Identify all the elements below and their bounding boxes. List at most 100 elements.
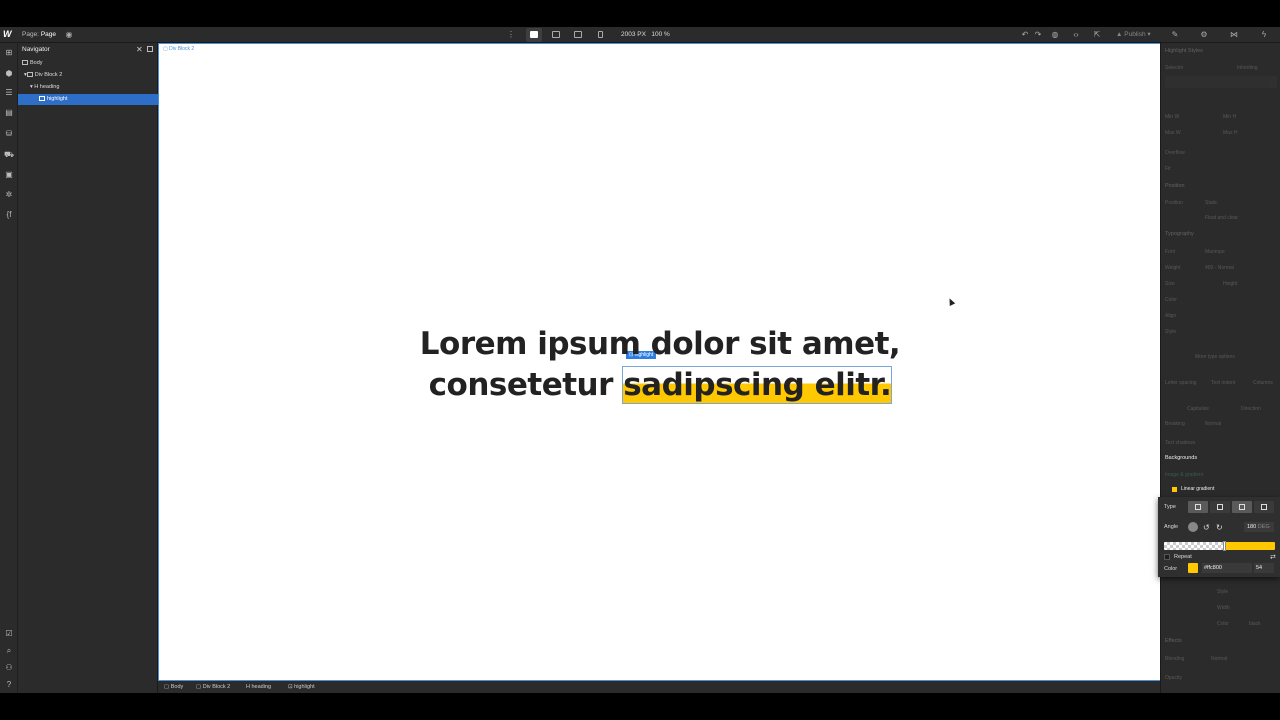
position-value[interactable]: Static bbox=[1205, 200, 1218, 206]
color-swatch[interactable] bbox=[1188, 563, 1198, 573]
border-color-value[interactable]: black bbox=[1249, 621, 1261, 627]
crumb-label: heading bbox=[251, 684, 272, 690]
highlight-span[interactable]: sadipscing elitr. bbox=[622, 366, 893, 404]
angle-value: 180 bbox=[1247, 524, 1257, 530]
finsweet-icon[interactable]: {f bbox=[4, 210, 14, 220]
gradient-editor: Type Angle ↺ ↻ 180 DEG Repeat ⇄ Color #f… bbox=[1158, 497, 1280, 577]
more-type-options[interactable]: More type options bbox=[1195, 354, 1235, 360]
weight-label: Weight bbox=[1165, 265, 1181, 271]
type-image-button[interactable] bbox=[1232, 501, 1252, 513]
assets-icon[interactable]: ▣ bbox=[4, 170, 14, 180]
letter-spacing-label: Letter spacing bbox=[1165, 380, 1197, 386]
symbols-icon[interactable]: ⬢ bbox=[4, 69, 14, 79]
breakpoint-landscape-button[interactable] bbox=[570, 28, 586, 42]
image-gradient-label: Image & gradient bbox=[1165, 472, 1204, 478]
breadcrumb-heading[interactable]: H heading bbox=[246, 684, 271, 690]
close-icon[interactable]: ✕ bbox=[136, 45, 143, 54]
opacity-label: Opacity bbox=[1165, 675, 1182, 681]
reverse-icon[interactable]: ⇄ bbox=[1270, 553, 1276, 561]
angle-input[interactable]: 180 DEG bbox=[1244, 522, 1274, 532]
add-elements-icon[interactable]: ⊞ bbox=[4, 48, 14, 58]
webflow-logo[interactable]: W bbox=[3, 29, 15, 41]
repeat-checkbox[interactable] bbox=[1164, 554, 1170, 560]
top-toolbar: W Page: Page ◉ ⋮ 2003 PX 100 % ↶ ↷ ◍ ‹› … bbox=[0, 27, 1280, 43]
type-color-button[interactable] bbox=[1254, 501, 1274, 513]
zoom-level: 100 % bbox=[651, 31, 670, 38]
navigator-panel: Navigator ✕ Body ▾ Div Block 2 ▾ H headin… bbox=[18, 43, 158, 693]
effects-section[interactable]: Effects bbox=[1165, 638, 1182, 644]
lightning-icon[interactable]: ϟ bbox=[1259, 30, 1269, 40]
type-linear-button[interactable] bbox=[1188, 501, 1208, 513]
undo-icon[interactable]: ↶ bbox=[1020, 30, 1030, 40]
preview-eye-icon[interactable]: ◉ bbox=[64, 30, 74, 40]
tree-item-label: heading bbox=[39, 84, 60, 90]
min-h-label: Min H bbox=[1223, 114, 1237, 120]
heading[interactable]: Lorem ipsum dolor sit amet, consetetur s… bbox=[159, 324, 1161, 406]
font-label: Font bbox=[1165, 249, 1176, 255]
type-radial-button[interactable] bbox=[1210, 501, 1230, 513]
blending-label: Blending bbox=[1165, 656, 1185, 662]
crumb-label: Body bbox=[170, 684, 184, 690]
breadcrumb-div-block-2[interactable]: ▢ Div Block 2 bbox=[196, 684, 230, 690]
gradient-bar[interactable] bbox=[1164, 542, 1275, 550]
backgrounds-section[interactable]: Backgrounds bbox=[1165, 455, 1197, 461]
gradient-stop-handle[interactable] bbox=[1223, 541, 1226, 551]
selector-input[interactable] bbox=[1165, 76, 1277, 88]
publish-button[interactable]: ▲ Publish ▾ bbox=[1116, 30, 1151, 38]
repeat-label: Repeat bbox=[1174, 554, 1192, 560]
users-icon[interactable]: ⚇ bbox=[4, 663, 14, 673]
pin-panel-icon[interactable] bbox=[147, 46, 153, 52]
more-dots-icon[interactable]: ⋮ bbox=[506, 30, 516, 40]
site-settings-icon[interactable]: ✲ bbox=[4, 190, 14, 200]
globe-icon[interactable]: ◍ bbox=[1050, 30, 1060, 40]
font-value[interactable]: Manrope bbox=[1205, 249, 1225, 255]
search-icon[interactable]: ⌕ bbox=[4, 646, 14, 656]
tree-item-body[interactable]: Body bbox=[18, 58, 158, 69]
linear-gradient-item[interactable]: Linear gradient bbox=[1181, 486, 1214, 492]
breakpoint-tablet-button[interactable] bbox=[548, 28, 564, 42]
publish-label: Publish bbox=[1124, 31, 1146, 38]
page-selector[interactable]: Page: Page bbox=[22, 31, 56, 38]
tree-item-div-block-2[interactable]: ▾ Div Block 2 bbox=[18, 70, 158, 81]
breaking-value[interactable]: Normal bbox=[1205, 421, 1221, 427]
redo-icon[interactable]: ↷ bbox=[1033, 30, 1043, 40]
breakpoint-mobile-button[interactable] bbox=[593, 28, 609, 42]
pages-icon[interactable]: ▤ bbox=[4, 108, 14, 118]
float-clear-toggle[interactable]: Float and clear bbox=[1205, 215, 1238, 221]
align-label: Align bbox=[1165, 313, 1177, 319]
breadcrumb-body[interactable]: ▢ Body bbox=[164, 684, 183, 690]
settings-gear-icon[interactable]: ⚙ bbox=[1199, 30, 1209, 40]
selector-title: Highlight Styles bbox=[1165, 48, 1203, 54]
color-stop-input[interactable]: 54 bbox=[1254, 563, 1274, 573]
weight-value[interactable]: 400 - Normal bbox=[1205, 265, 1234, 271]
angle-dial[interactable] bbox=[1188, 522, 1198, 532]
cms-icon[interactable]: ⛁ bbox=[4, 129, 14, 139]
position-section[interactable]: Position bbox=[1165, 183, 1185, 189]
breadcrumb-highlight[interactable]: ⊡ highlight bbox=[288, 684, 315, 690]
height-label: Height bbox=[1223, 281, 1238, 287]
style-brush-icon[interactable]: ✎ bbox=[1170, 30, 1180, 40]
ecommerce-cart-icon[interactable]: ⛟ bbox=[4, 150, 14, 160]
interactions-icon[interactable]: ⋈ bbox=[1229, 30, 1239, 40]
blending-value[interactable]: Normal bbox=[1211, 656, 1227, 662]
code-icon[interactable]: ‹› bbox=[1071, 30, 1081, 40]
max-h-label: Max H bbox=[1223, 130, 1238, 136]
rotate-left-icon[interactable]: ↺ bbox=[1203, 523, 1210, 532]
design-canvas[interactable]: ▢ Div Block 2 ⊡ highlight Lorem ipsum do… bbox=[158, 43, 1160, 680]
tree-item-heading[interactable]: ▾ H heading bbox=[18, 82, 158, 93]
tree-item-highlight[interactable]: highlight bbox=[18, 94, 158, 105]
breakpoint-desktop-button[interactable] bbox=[526, 28, 542, 42]
text-shadows-label: Text shadows bbox=[1165, 440, 1196, 446]
navigator-icon[interactable]: ☰ bbox=[4, 88, 14, 98]
crumb-label: highlight bbox=[294, 684, 315, 690]
typography-section[interactable]: Typography bbox=[1165, 231, 1194, 237]
export-icon[interactable]: ⇱ bbox=[1092, 30, 1102, 40]
rotate-right-icon[interactable]: ↻ bbox=[1216, 523, 1223, 532]
page-name: Page bbox=[40, 31, 56, 38]
help-icon[interactable]: ? bbox=[4, 680, 14, 690]
color-hex-input[interactable]: #ffc800 bbox=[1202, 563, 1252, 573]
breaking-label: Breaking bbox=[1165, 421, 1185, 427]
tree-item-label: Body bbox=[30, 60, 43, 66]
div-block-icon bbox=[26, 72, 33, 77]
audit-check-icon[interactable]: ☑ bbox=[4, 629, 14, 639]
